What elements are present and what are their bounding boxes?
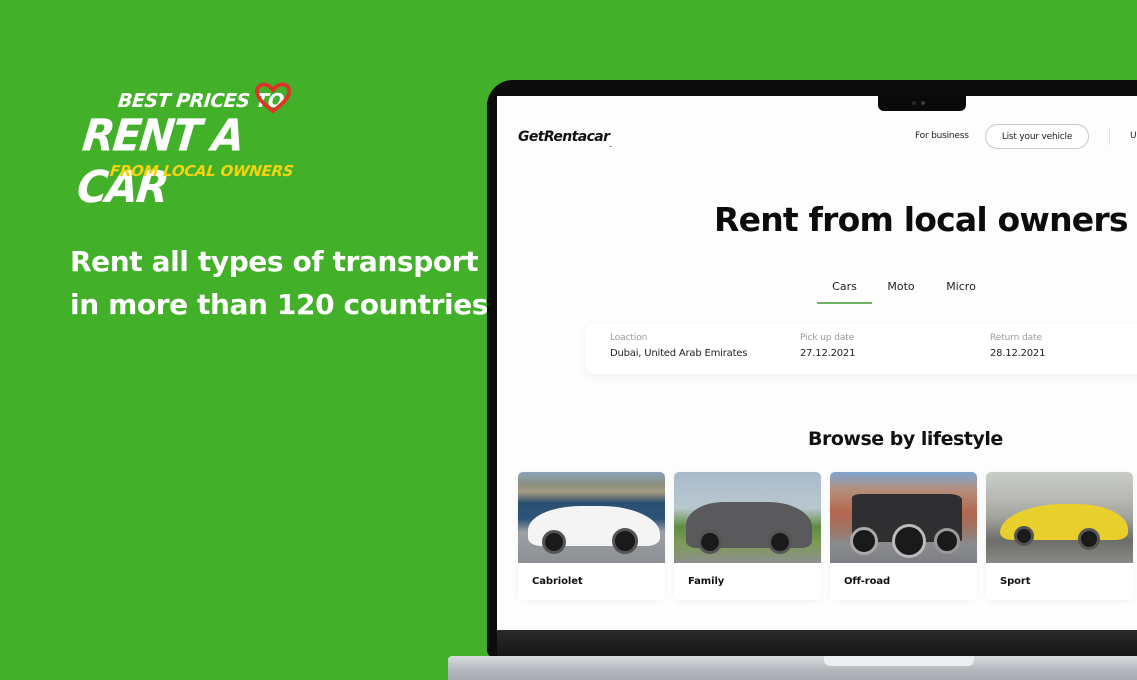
wheel: [850, 527, 878, 555]
card-label: Cabriolet: [532, 576, 583, 587]
camera-icon: [921, 101, 925, 105]
wheel: [612, 528, 638, 554]
wheel: [768, 530, 792, 554]
card-sport[interactable]: Sport: [986, 472, 1133, 600]
camera-notch: [878, 96, 966, 111]
wheel: [892, 524, 926, 558]
tab-moto[interactable]: Moto: [872, 280, 930, 302]
card-label: Family: [688, 576, 725, 587]
wheel: [1078, 528, 1100, 550]
vehicle-type-tabs: Cars Moto Micro: [817, 280, 992, 304]
cabriolet-image: [518, 472, 665, 563]
card-label: Off-road: [844, 576, 891, 587]
search-form: Loaction Dubai, United Arab Emirates Pic…: [585, 324, 1137, 374]
location-value[interactable]: Dubai, United Arab Emirates: [610, 348, 747, 359]
laptop-base: [448, 656, 1137, 680]
site-logo-text: GetRentacar: [518, 129, 610, 145]
promo-headline-main: RENT A CAR: [74, 109, 246, 213]
pickup-date-field[interactable]: Pick up date 27.12.2021: [800, 333, 855, 359]
card-off-road[interactable]: Off-road: [830, 472, 977, 600]
off-road-image: [830, 472, 977, 563]
lifestyle-cards: Cabriolet Family Off-road Sport: [518, 472, 1137, 600]
card-family[interactable]: Family: [674, 472, 821, 600]
pickup-date-value[interactable]: 27.12.2021: [800, 348, 855, 359]
return-date-label: Return date: [990, 333, 1042, 343]
tagline-line-1: Rent all types of transport: [70, 245, 479, 278]
nav-divider: [1109, 128, 1110, 145]
promo-logo: BEST PRICES TO RENT A CAR FROM LOCAL OWN…: [75, 82, 308, 212]
section-title: Browse by lifestyle: [808, 428, 1003, 450]
location-label: Loaction: [610, 333, 648, 343]
return-date-value[interactable]: 28.12.2021: [990, 348, 1045, 359]
sensor-icon: [912, 101, 916, 105]
nav-for-business-link[interactable]: For business: [915, 131, 969, 141]
promo-headline-sub: FROM LOCAL OWNERS: [109, 162, 295, 180]
sport-image: [986, 472, 1133, 563]
site-logo[interactable]: GetRentacar_: [518, 129, 612, 147]
tab-cars[interactable]: Cars: [817, 280, 872, 304]
wheel: [1014, 526, 1034, 546]
laptop-screen: GetRentacar_ For business List your vehi…: [497, 96, 1137, 630]
family-image: [674, 472, 821, 563]
pickup-date-label: Pick up date: [800, 333, 855, 343]
card-label: Sport: [1000, 576, 1031, 587]
wheel: [542, 530, 566, 554]
hero-title: Rent from local owners: [714, 200, 1129, 239]
return-date-field[interactable]: Return date 28.12.2021: [990, 333, 1045, 359]
nav-user-link[interactable]: U: [1130, 131, 1137, 141]
laptop-hinge-notch: [824, 656, 974, 666]
laptop-chin: [497, 630, 1137, 656]
card-cabriolet[interactable]: Cabriolet: [518, 472, 665, 600]
list-vehicle-button[interactable]: List your vehicle: [985, 124, 1089, 149]
location-field[interactable]: Loaction Dubai, United Arab Emirates: [610, 333, 747, 359]
wheel: [934, 528, 960, 554]
promo-tagline: Rent all types of transport in more than…: [70, 240, 488, 326]
site-logo-suffix: _: [609, 140, 612, 147]
tagline-line-2: in more than 120 countries: [70, 288, 489, 321]
tab-micro[interactable]: Micro: [930, 280, 992, 302]
wheel: [698, 530, 722, 554]
